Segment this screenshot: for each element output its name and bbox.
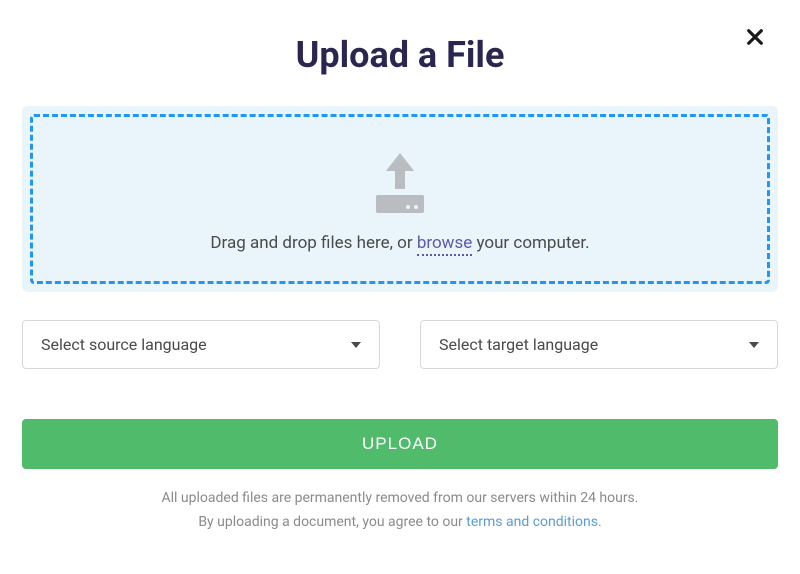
dropzone-text: Drag and drop files here, or browse your… xyxy=(53,233,747,253)
dropzone-text-before: Drag and drop files here, or xyxy=(210,233,416,253)
close-button[interactable] xyxy=(746,28,766,48)
target-language-placeholder: Select target language xyxy=(439,335,598,354)
dropzone-text-after: your computer. xyxy=(472,233,589,253)
upload-icon xyxy=(366,153,434,215)
close-icon xyxy=(746,31,764,50)
language-select-row: Select source language Select target lan… xyxy=(22,320,778,369)
footer-line-2-after: . xyxy=(598,514,602,530)
dropzone-container: Drag and drop files here, or browse your… xyxy=(22,106,778,292)
footer-line-2-before: By uploading a document, you agree to ou… xyxy=(198,514,466,530)
footer-line-2: By uploading a document, you agree to ou… xyxy=(22,511,778,535)
footer-line-1: All uploaded files are permanently remov… xyxy=(22,487,778,511)
dropzone[interactable]: Drag and drop files here, or browse your… xyxy=(30,114,770,284)
upload-button[interactable]: UPLOAD xyxy=(22,419,778,469)
upload-dialog: Upload a File Drag and drop files here, … xyxy=(0,0,800,555)
page-title: Upload a File xyxy=(22,34,778,76)
target-language-select[interactable]: Select target language xyxy=(420,320,778,369)
chevron-down-icon xyxy=(351,342,361,348)
source-language-placeholder: Select source language xyxy=(41,335,207,354)
terms-link[interactable]: terms and conditions xyxy=(466,514,598,530)
chevron-down-icon xyxy=(749,342,759,348)
footer: All uploaded files are permanently remov… xyxy=(22,487,778,535)
browse-link[interactable]: browse xyxy=(417,233,472,256)
source-language-select[interactable]: Select source language xyxy=(22,320,380,369)
